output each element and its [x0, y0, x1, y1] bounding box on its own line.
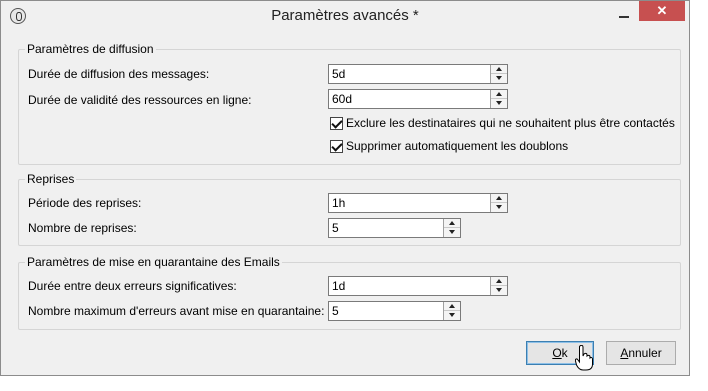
- spin-up-icon[interactable]: [491, 277, 507, 286]
- max-errors-spin: [443, 302, 460, 320]
- cancel-button[interactable]: Annuler: [606, 341, 676, 365]
- exclude-recipients-label: Exclure les destinataires qui ne souhait…: [346, 116, 675, 130]
- spin-down-icon[interactable]: [491, 99, 507, 108]
- ok-mnemonic: O: [552, 346, 562, 360]
- retry-count-label: Nombre de reprises:: [28, 221, 137, 235]
- retries-group: Reprises Période des reprises: Nombre de…: [18, 172, 681, 246]
- quarantine-group-title: Paramètres de mise en quarantaine des Em…: [25, 255, 282, 269]
- spin-down-icon[interactable]: [444, 228, 460, 237]
- spin-down-icon[interactable]: [491, 203, 507, 212]
- window-title: Paramètres avancés *: [271, 7, 419, 24]
- diffusion-duration-input[interactable]: [329, 65, 507, 83]
- spin-up-icon[interactable]: [491, 90, 507, 99]
- ok-label-rest: k: [561, 346, 568, 360]
- retries-group-title: Reprises: [25, 172, 77, 186]
- resource-validity-label: Durée de validité des ressources en lign…: [28, 93, 252, 107]
- retry-period-input[interactable]: [329, 194, 507, 212]
- minimize-button[interactable]: [613, 6, 635, 22]
- diffusion-group-title: Paramètres de diffusion: [25, 42, 156, 56]
- spin-down-icon[interactable]: [491, 286, 507, 295]
- resource-validity-stepper[interactable]: [328, 89, 508, 109]
- spin-up-icon[interactable]: [491, 194, 507, 203]
- auto-dedupe-checkbox[interactable]: [330, 140, 343, 153]
- max-errors-input[interactable]: [329, 302, 460, 320]
- spin-down-icon[interactable]: [491, 74, 507, 83]
- retry-period-label: Période des reprises:: [28, 196, 142, 210]
- error-interval-stepper[interactable]: [328, 276, 508, 296]
- diffusion-duration-stepper[interactable]: [328, 64, 508, 84]
- diffusion-duration-label: Durée de diffusion des messages:: [28, 67, 210, 81]
- close-icon: ✕: [656, 3, 668, 18]
- resource-validity-input[interactable]: [329, 90, 507, 108]
- retry-count-spin: [443, 219, 460, 237]
- retry-period-stepper[interactable]: [328, 193, 508, 213]
- max-errors-stepper[interactable]: [328, 301, 461, 321]
- error-interval-input[interactable]: [329, 277, 507, 295]
- auto-dedupe-label: Supprimer automatiquement les doublons: [346, 139, 569, 153]
- title-bar: Paramètres avancés * ✕: [1, 1, 689, 32]
- error-interval-spin: [490, 277, 507, 295]
- dialog-window: Paramètres avancés * ✕ Paramètres de dif…: [0, 0, 690, 376]
- retry-period-spin: [490, 194, 507, 212]
- quarantine-group: Paramètres de mise en quarantaine des Em…: [18, 255, 681, 330]
- exclude-recipients-checkbox[interactable]: [330, 117, 343, 130]
- retry-count-input[interactable]: [329, 219, 460, 237]
- hand-cursor-icon: [575, 345, 593, 371]
- cancel-label-rest: nnuler: [628, 346, 662, 360]
- max-errors-label: Nombre maximum d'erreurs avant mise en q…: [28, 304, 325, 318]
- resource-validity-spin: [490, 90, 507, 108]
- spin-down-icon[interactable]: [444, 311, 460, 320]
- close-button[interactable]: ✕: [639, 1, 685, 21]
- spin-up-icon[interactable]: [491, 65, 507, 74]
- diffusion-duration-spin: [490, 65, 507, 83]
- spin-up-icon[interactable]: [444, 219, 460, 228]
- retry-count-stepper[interactable]: [328, 218, 461, 238]
- error-interval-label: Durée entre deux erreurs significatives:: [28, 279, 237, 293]
- diffusion-group: Paramètres de diffusion Durée de diffusi…: [18, 42, 681, 165]
- spin-up-icon[interactable]: [444, 302, 460, 311]
